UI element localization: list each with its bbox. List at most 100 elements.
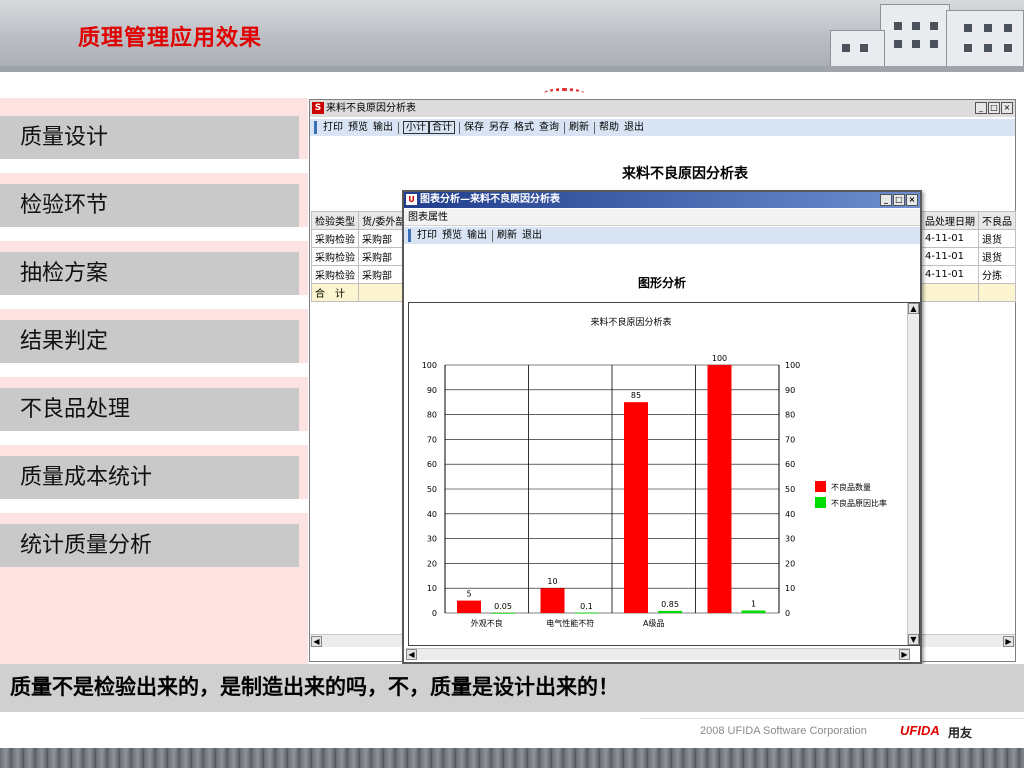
table-row[interactable]: 4-11-01 退货 (921, 229, 1016, 248)
chart-dialog-titlebar[interactable]: U 图表分析—来料不良原因分析表 _ □ × (404, 192, 920, 208)
menu-item-defect-handling[interactable]: 不良品处理 (0, 388, 299, 431)
preview-button[interactable]: 预览 (442, 227, 462, 244)
table-cell[interactable]: 退货 (978, 247, 1016, 266)
query-button[interactable]: 查询 (539, 119, 559, 136)
menu-divider (0, 499, 308, 513)
menu-item-quality-design[interactable]: 质量设计 (0, 116, 299, 159)
menu-item-result-judgement[interactable]: 结果判定 (0, 320, 299, 363)
minimize-button[interactable]: _ (975, 102, 987, 114)
output-button[interactable]: 输出 (467, 227, 487, 244)
refresh-button[interactable]: 刷新 (497, 227, 517, 244)
table-cell[interactable]: 4-11-01 (921, 229, 979, 248)
table-row[interactable]: 采购检验 采购部 (311, 247, 410, 266)
data-label: 0.85 (661, 600, 679, 609)
table-cell[interactable]: 4-11-01 (921, 265, 979, 284)
refresh-button[interactable]: 刷新 (569, 119, 589, 136)
total-row[interactable]: 合 计 (311, 283, 410, 302)
total-button[interactable]: 合计 (429, 121, 455, 134)
scroll-right-icon[interactable]: ▶ (1003, 636, 1014, 647)
app-logo-icon: U (406, 194, 417, 205)
vertical-scrollbar[interactable]: ▲ ▼ (907, 303, 919, 645)
data-label: 0.1 (580, 602, 593, 611)
scroll-right-icon[interactable]: ▶ (899, 649, 910, 660)
save-button[interactable]: 保存 (464, 119, 484, 136)
chart-frame: 来料不良原因分析表 0 0 10 10 20 20 30 30 40 40 50 50 60 60 70 70… (408, 302, 920, 646)
chart-heading: 图形分析 (637, 276, 686, 290)
menu-item-quality-cost[interactable]: 质量成本统计 (0, 456, 299, 499)
horizontal-scrollbar[interactable]: ◀ ▶ (406, 648, 910, 660)
table-row[interactable]: 采购检验 采购部 (311, 229, 410, 248)
table-row[interactable]: 4-11-01 退货 (921, 247, 1016, 266)
exit-button[interactable]: 退出 (522, 227, 542, 244)
menu-divider (0, 227, 308, 241)
report-window-title: 来料不良原因分析表 (326, 103, 416, 114)
table-cell[interactable] (921, 283, 979, 302)
toolbar-grip[interactable] (314, 121, 317, 134)
exit-button[interactable]: 退出 (624, 119, 644, 136)
table-cell[interactable]: 退货 (978, 229, 1016, 248)
maximize-button[interactable]: □ (893, 194, 905, 206)
y-tick-label-right: 80 (785, 411, 795, 420)
format-button[interactable]: 格式 (514, 119, 534, 136)
table-header[interactable]: 不良品 (978, 211, 1016, 230)
scroll-left-icon[interactable]: ◀ (406, 649, 417, 660)
y-tick-label-right: 40 (785, 510, 795, 519)
data-label: 0.05 (494, 602, 512, 611)
print-button[interactable]: 打印 (323, 119, 343, 136)
bar (574, 612, 599, 614)
minimize-button[interactable]: _ (880, 194, 892, 206)
maximize-button[interactable]: □ (988, 102, 1000, 114)
scroll-left-icon[interactable]: ◀ (311, 636, 322, 647)
output-button[interactable]: 输出 (373, 119, 393, 136)
menu-chart-properties[interactable]: 图表属性 (408, 212, 448, 223)
bar (540, 588, 565, 613)
table-cell[interactable]: 采购检验 (311, 247, 359, 266)
close-button[interactable]: × (1001, 102, 1013, 114)
toolbar-separator (492, 229, 493, 242)
print-button[interactable]: 打印 (417, 227, 437, 244)
bar (624, 402, 648, 613)
table-cell[interactable]: 采购检验 (311, 265, 359, 284)
data-label: 100 (712, 354, 727, 363)
table-cell[interactable]: 采购检验 (311, 229, 359, 248)
menu-item-sampling-plan[interactable]: 抽检方案 (0, 252, 299, 295)
y-tick-label-right: 90 (785, 386, 795, 395)
toolbar-separator (564, 121, 565, 134)
chart-dialog-toolbar: 打印 预览 输出 刷新 退出 (404, 227, 920, 244)
bottom-decoration (0, 748, 1024, 768)
menu-item-inspection[interactable]: 检验环节 (0, 184, 299, 227)
table-cell[interactable]: 4-11-01 (921, 247, 979, 266)
table-cell[interactable] (978, 283, 1016, 302)
y-tick-label-right: 0 (785, 609, 790, 618)
scroll-down-icon[interactable]: ▼ (908, 634, 919, 645)
scroll-up-icon[interactable]: ▲ (908, 303, 919, 314)
table-row[interactable]: 4-11-01 分拣 (921, 265, 1016, 284)
help-button[interactable]: 帮助 (599, 119, 619, 136)
y-tick-label-right: 70 (785, 435, 795, 444)
toolbar-grip[interactable] (408, 229, 411, 242)
toolbar-separator (459, 121, 460, 134)
bar (707, 365, 732, 613)
y-tick-label-right: 10 (785, 584, 795, 593)
preview-button[interactable]: 预览 (348, 119, 368, 136)
total-label: 合 计 (311, 283, 359, 302)
chart-dialog-menu: 图表属性 (404, 209, 920, 226)
legend-label: 不良品原因比率 (831, 498, 887, 508)
close-button[interactable]: × (906, 194, 918, 206)
table-row[interactable]: 采购检验 采购部 (311, 265, 410, 284)
table-cell[interactable]: 分拣 (978, 265, 1016, 284)
subtotal-button[interactable]: 小计 (403, 121, 429, 134)
menu-item-statistical-analysis[interactable]: 统计质量分析 (0, 524, 299, 567)
decorative-dots (544, 88, 584, 98)
table-header[interactable]: 品处理日期 (921, 211, 979, 230)
y-tick-label-right: 50 (785, 485, 795, 494)
report-window-titlebar[interactable]: S 来料不良原因分析表 _ □ × (310, 100, 1015, 117)
y-tick-label-left: 10 (427, 584, 437, 593)
y-tick-label-left: 60 (427, 460, 437, 469)
chart-title: 来料不良原因分析表 (590, 316, 671, 328)
brand-logo-cn: 用友 (948, 726, 973, 740)
total-row[interactable] (921, 283, 1016, 302)
report-table-left: 检验类型 货/委外部 采购检验 采购部 采购检验 采购部 采购检验 采购部 合 … (311, 211, 410, 302)
save-as-button[interactable]: 另存 (489, 119, 509, 136)
table-header[interactable]: 检验类型 (311, 211, 359, 230)
